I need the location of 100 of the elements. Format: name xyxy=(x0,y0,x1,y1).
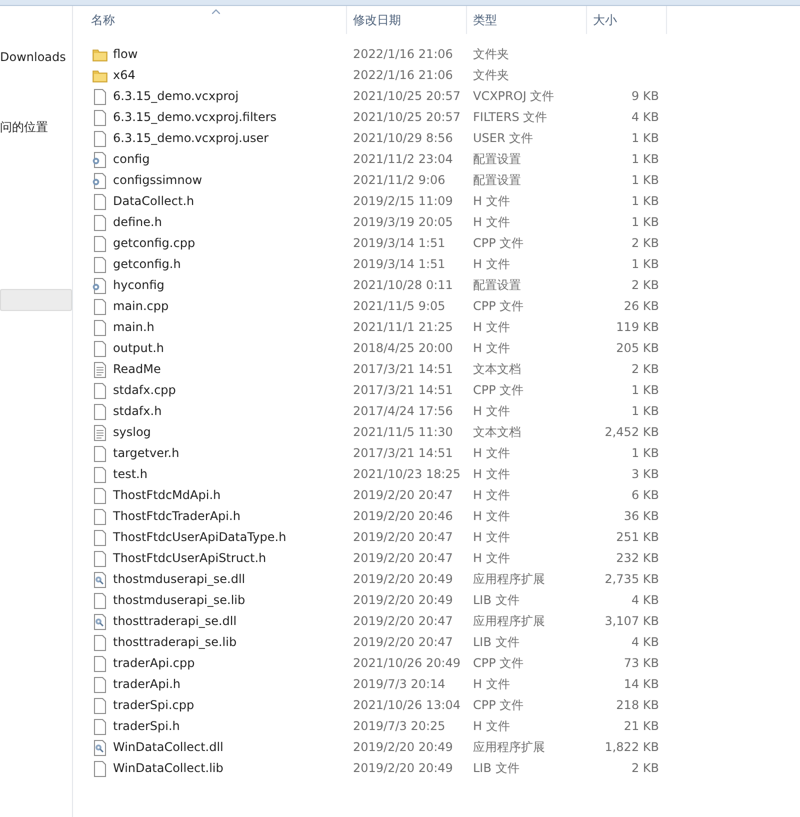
file-name[interactable]: config xyxy=(113,149,150,170)
file-name[interactable]: flow xyxy=(113,44,138,65)
file-name[interactable]: ThostFtdcTraderApi.h xyxy=(113,506,240,527)
file-size: 4 KB xyxy=(631,110,659,124)
modified-date: 2019/2/15 11:09 xyxy=(353,194,453,208)
file-name[interactable]: ThostFtdcMdApi.h xyxy=(113,485,221,506)
file-name[interactable]: 6.3.15_demo.vcxproj.filters xyxy=(113,107,277,128)
modified-date: 2019/2/20 20:49 xyxy=(353,572,453,586)
text-file-icon xyxy=(92,362,108,378)
file-type: USER 文件 xyxy=(473,131,534,145)
file-icon xyxy=(92,340,108,356)
file-type: LIB 文件 xyxy=(473,761,520,775)
file-type: FILTERS 文件 xyxy=(473,110,548,124)
file-size: 3 KB xyxy=(631,467,659,481)
modified-date: 2021/10/25 20:57 xyxy=(353,110,461,124)
file-name[interactable]: WinDataCollect.lib xyxy=(113,758,224,779)
modified-date: 2017/4/24 17:56 xyxy=(353,404,453,418)
file-size: 2,735 KB xyxy=(604,572,659,586)
file-icon xyxy=(92,718,108,734)
file-name[interactable]: ThostFtdcUserApiStruct.h xyxy=(113,548,266,569)
file-name[interactable]: traderSpi.h xyxy=(113,716,180,737)
file-name[interactable]: traderSpi.cpp xyxy=(113,695,194,716)
file-name[interactable]: traderApi.cpp xyxy=(113,653,195,674)
navigation-item[interactable]: 问的位置 xyxy=(0,117,72,137)
settings-file-icon xyxy=(92,152,108,168)
file-type: H 文件 xyxy=(473,467,510,481)
modified-date: 2019/2/20 20:49 xyxy=(353,593,453,607)
file-name[interactable]: main.h xyxy=(113,317,154,338)
folder-icon xyxy=(92,68,108,84)
file-type: H 文件 xyxy=(473,194,510,208)
modified-date: 2021/10/23 18:25 xyxy=(353,467,461,481)
modified-date: 2017/3/21 14:51 xyxy=(353,362,453,376)
file-name[interactable]: getconfig.cpp xyxy=(113,233,196,254)
modified-date: 2019/2/20 20:49 xyxy=(353,761,453,775)
file-name[interactable]: ReadMe xyxy=(113,359,161,380)
file-name[interactable]: thosttraderapi_se.dll xyxy=(113,611,237,632)
file-name[interactable]: thosttraderapi_se.lib xyxy=(113,632,237,653)
modified-date: 2021/10/26 13:04 xyxy=(353,698,461,712)
file-name[interactable]: targetver.h xyxy=(113,443,180,464)
file-name[interactable]: 6.3.15_demo.vcxproj.user xyxy=(113,128,269,149)
file-name[interactable]: define.h xyxy=(113,212,162,233)
file-name[interactable]: DataCollect.h xyxy=(113,191,194,212)
file-size: 1 KB xyxy=(631,152,659,166)
file-name[interactable]: 6.3.15_demo.vcxproj xyxy=(113,86,239,107)
file-name[interactable]: ThostFtdcUserApiDataType.h xyxy=(113,527,286,548)
file-type: 文本文档 xyxy=(473,425,521,439)
file-size: 14 KB xyxy=(624,677,659,691)
file-type: H 文件 xyxy=(473,341,510,355)
file-name[interactable]: configssimnow xyxy=(113,170,202,191)
file-type: H 文件 xyxy=(473,404,510,418)
file-type: 应用程序扩展 xyxy=(473,740,545,754)
file-name[interactable]: WinDataCollect.dll xyxy=(113,737,224,758)
modified-date: 2021/11/1 21:25 xyxy=(353,320,453,334)
file-size: 1 KB xyxy=(631,446,659,460)
modified-date: 2021/11/2 9:06 xyxy=(353,173,446,187)
file-name[interactable]: thostmduserapi_se.dll xyxy=(113,569,246,590)
file-size: 9 KB xyxy=(631,89,659,103)
file-type: H 文件 xyxy=(473,719,510,733)
file-name[interactable]: hyconfig xyxy=(113,275,164,296)
modified-date: 2019/2/20 20:46 xyxy=(353,509,453,523)
file-name[interactable]: output.h xyxy=(113,338,164,359)
modified-date: 2019/2/20 20:47 xyxy=(353,551,453,565)
file-size: 1 KB xyxy=(631,194,659,208)
column-header[interactable]: 大小 xyxy=(587,6,667,34)
file-name[interactable]: syslog xyxy=(113,422,151,443)
navigation-item[interactable]: Downloads xyxy=(0,47,72,67)
file-name[interactable]: stdafx.h xyxy=(113,401,162,422)
file-size: 1 KB xyxy=(631,257,659,271)
file-size: 1 KB xyxy=(631,404,659,418)
navigation-item[interactable] xyxy=(0,289,72,311)
column-header[interactable]: 类型 xyxy=(467,6,587,34)
file-icon xyxy=(92,466,108,482)
file-icon xyxy=(92,550,108,566)
file-name[interactable]: x64 xyxy=(113,65,136,86)
file-icon xyxy=(92,760,108,776)
file-name[interactable]: traderApi.h xyxy=(113,674,181,695)
file-icon xyxy=(92,194,108,210)
file-type: H 文件 xyxy=(473,488,510,502)
modified-date: 2019/2/20 20:47 xyxy=(353,488,453,502)
file-name[interactable]: thostmduserapi_se.lib xyxy=(113,590,246,611)
modified-date: 2019/2/20 20:47 xyxy=(353,614,453,628)
file-size: 1 KB xyxy=(631,131,659,145)
file-type: H 文件 xyxy=(473,509,510,523)
file-type: H 文件 xyxy=(473,551,510,565)
file-type: 文件夹 xyxy=(473,47,509,61)
file-name[interactable]: stdafx.cpp xyxy=(113,380,176,401)
file-name[interactable]: test.h xyxy=(113,464,148,485)
file-type: LIB 文件 xyxy=(473,593,520,607)
file-icon xyxy=(92,676,108,692)
modified-date: 2019/2/20 20:47 xyxy=(353,635,453,649)
file-size: 21 KB xyxy=(624,719,659,733)
column-header[interactable]: 名称 xyxy=(85,6,347,34)
modified-date: 2019/2/20 20:49 xyxy=(353,740,453,754)
file-name[interactable]: main.cpp xyxy=(113,296,169,317)
file-name[interactable]: getconfig.h xyxy=(113,254,181,275)
file-icon xyxy=(92,214,108,230)
file-type: 应用程序扩展 xyxy=(473,572,545,586)
file-size: 26 KB xyxy=(624,299,659,313)
column-header[interactable]: 修改日期 xyxy=(347,6,467,34)
text-file-icon xyxy=(92,424,108,440)
